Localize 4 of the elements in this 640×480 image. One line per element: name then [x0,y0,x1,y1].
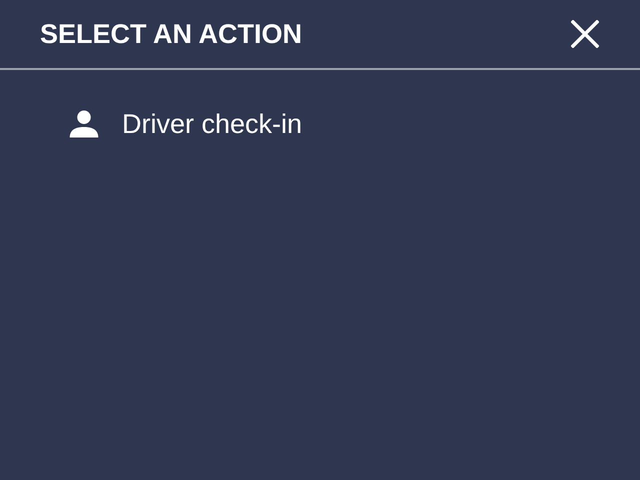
dialog-title: SELECT AN ACTION [40,20,302,48]
close-button[interactable] [570,19,600,49]
action-item[interactable]: Driver check-in [0,104,640,144]
close-icon [571,20,599,48]
